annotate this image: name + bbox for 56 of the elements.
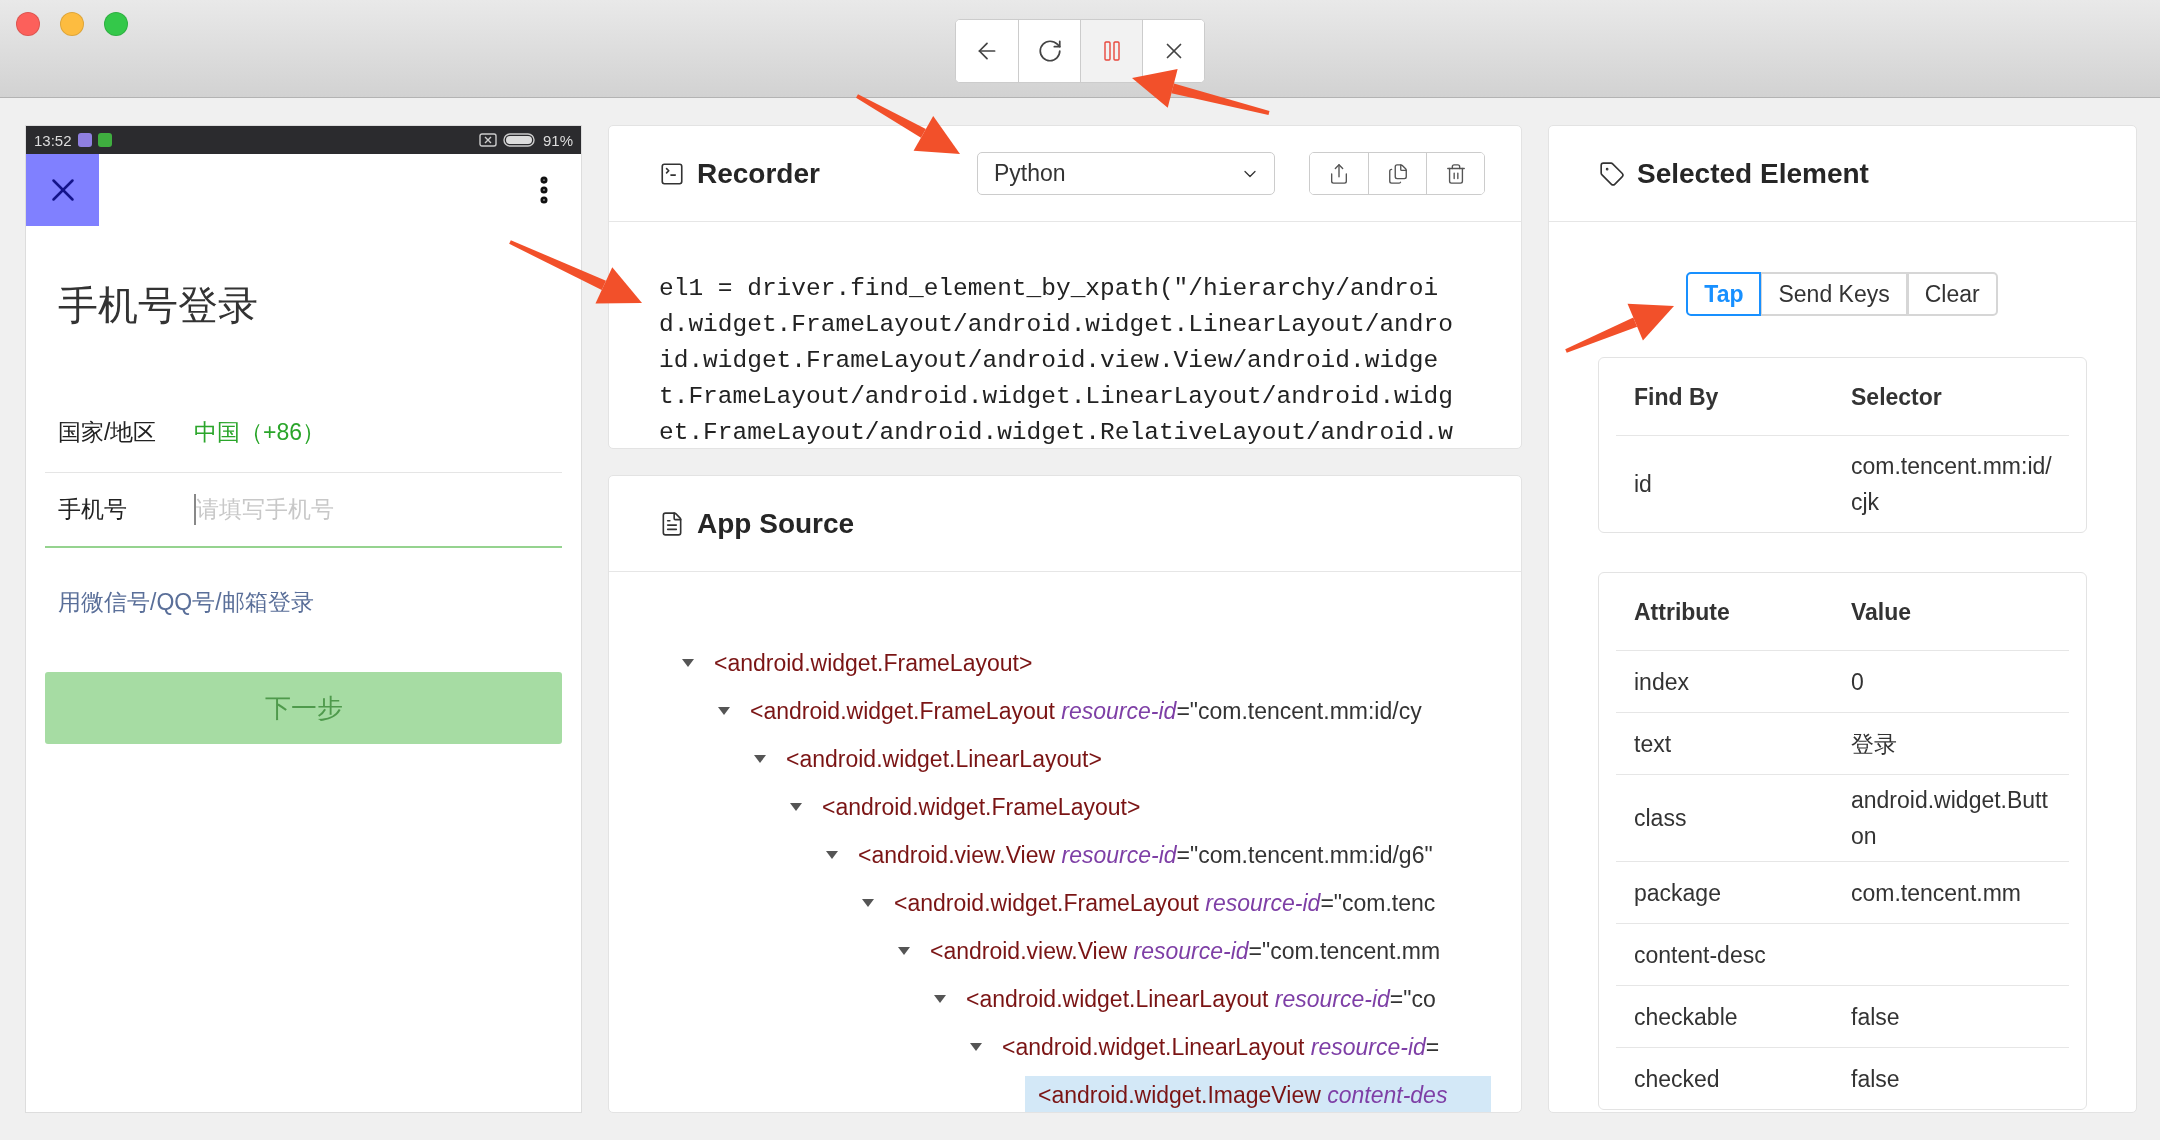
table-cell-text: false [1850,1064,1901,1094]
table-cell-text: package [1633,878,1722,908]
table-cell-text: index [1633,667,1690,697]
table-cell-text: checked [1633,1064,1721,1094]
refresh-icon [1036,38,1063,64]
card-title: Selected Element [1637,157,1869,190]
battery-icon [502,133,537,147]
delete-button[interactable] [1426,153,1484,194]
tree-node[interactable]: <android.view.View resource-id="com.tencent.mm [930,931,1441,971]
table-cell-text: checkable [1633,1002,1739,1032]
close-button[interactable] [1142,20,1204,82]
action-tab[interactable]: Clear [1906,272,1998,316]
tree-node[interactable]: <android.widget.FrameLayout> [714,643,1033,683]
share-icon [1328,162,1350,185]
table-cell-text: false [1850,1002,1901,1032]
tree-node[interactable]: <android.widget.FrameLayout resource-id="com.tencent.mm:id/cy [750,691,1422,731]
table-cell-text: 0 [1850,667,1865,697]
table-cell-text: android.widget.Button [1850,786,2049,851]
close-window-button[interactable] [16,12,40,36]
card-title: Recorder [697,157,820,190]
table-cell-text: content-desc [1633,940,1767,970]
table-cell-text: text [1633,729,1673,759]
screen-title: 手机号登录 [58,283,258,327]
tree-node[interactable]: <android.widget.LinearLayout resource-id= [1002,1027,1440,1067]
phone-label: 手机号 [58,495,128,524]
trash-icon [1444,162,1467,185]
tree-node[interactable]: <android.widget.LinearLayout resource-id="co [966,979,1436,1019]
card-title: App Source [697,507,855,540]
language-select[interactable]: Python [977,152,1275,195]
table-cell-text: id [1633,470,1653,499]
column-header: Attribute [1633,597,1731,627]
table-cell-text: class [1633,804,1688,833]
tree-node[interactable]: <android.widget.ImageView content-des [1025,1075,1491,1112]
column-header: Value [1850,597,1913,627]
battery-percent: 91% [542,131,573,149]
notification-icon [77,133,92,147]
country-label: 国家/地区 [58,418,158,447]
tree-node[interactable]: <android.widget.FrameLayout resource-id="com.tenc [894,883,1436,923]
copy-icon [1386,162,1409,185]
column-header: Find By [1633,382,1720,412]
action-tab[interactable]: Send Keys [1760,272,1908,316]
notification-icon [97,133,112,147]
recorded-code: el1 = driver.find_element_by_xpath("/hierarchy/android.widget.FrameLayout/android.widget.LinearLayout/android.widget.FrameLayout/android.view.View/android.widget.FrameLayout/android.widget.LinearLayout/android.widget.FrameLayout/android.widget.RelativeLayout/android.w [659,274,1453,448]
tree-node[interactable]: <android.view.View resource-id="com.tencent.mm:id/g6" [858,835,1433,875]
table-cell-text: com.tencent.mm:id/cjk [1850,452,2053,517]
tag-icon [1599,160,1625,187]
alt-login-link[interactable]: 用微信号/QQ号/邮箱登录 [58,587,314,618]
tree-node[interactable]: <android.widget.FrameLayout> [822,787,1141,827]
close-button[interactable] [26,154,99,226]
sim-icon [478,133,497,147]
terminal-icon [659,160,685,187]
column-header: Selector [1850,382,1943,412]
table-cell-text: com.tencent.mm [1850,878,2022,908]
table-cell-text: 登录 [1850,729,1898,759]
status-time: 13:52 [34,131,72,149]
tree-node[interactable]: <android.widget.LinearLayout> [786,739,1102,779]
